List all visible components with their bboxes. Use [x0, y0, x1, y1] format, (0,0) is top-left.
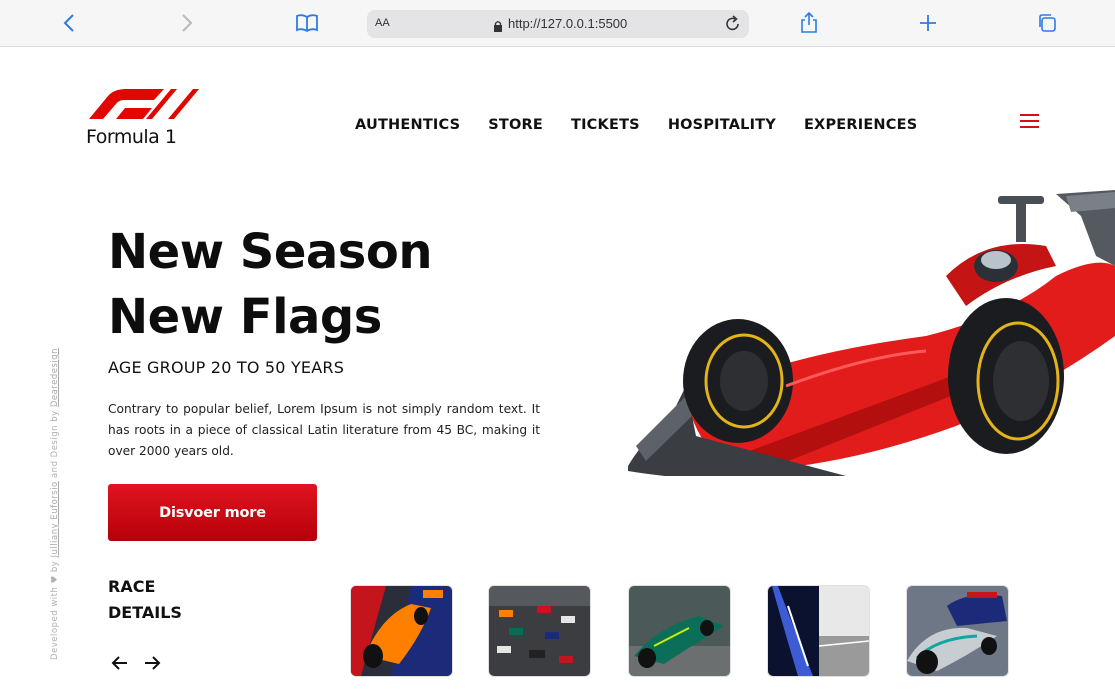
- hero-title-line-1: New Season: [108, 224, 433, 280]
- new-tab-icon[interactable]: [915, 10, 941, 36]
- race-title-line-1: RACE: [108, 577, 156, 596]
- menu-icon[interactable]: [1020, 114, 1039, 128]
- logo-text: Formula 1: [86, 126, 177, 148]
- f1-logo-mark: [89, 89, 199, 119]
- nav-hospitality[interactable]: HOSPITALITY: [668, 117, 776, 133]
- forward-icon[interactable]: [174, 10, 200, 36]
- f1-car-image: [628, 190, 1115, 476]
- race-title-line-2: DETAILS: [108, 603, 182, 622]
- race-thumbnail[interactable]: [351, 586, 452, 676]
- bookmarks-icon[interactable]: [294, 10, 320, 36]
- arrow-right-icon[interactable]: [142, 654, 162, 672]
- main-nav: AUTHENTICS STORE TICKETS HOSPITALITY EXP…: [355, 117, 917, 133]
- back-icon[interactable]: [56, 10, 82, 36]
- page: Formula 1 AUTHENTICS STORE TICKETS HOSPI…: [0, 48, 1115, 697]
- reload-icon[interactable]: [723, 14, 743, 38]
- nav-tickets[interactable]: TICKETS: [571, 117, 640, 133]
- race-thumbnail[interactable]: [629, 586, 730, 676]
- url-text: http://127.0.0.1:5500: [508, 16, 628, 31]
- share-icon[interactable]: [796, 10, 822, 36]
- credit-middle: and Design by: [50, 410, 60, 479]
- browser-toolbar: AA http://127.0.0.1:5500: [0, 0, 1115, 47]
- nav-experiences[interactable]: EXPERIENCES: [804, 117, 917, 133]
- reader-mode-button[interactable]: AA: [375, 17, 390, 29]
- race-thumbnail[interactable]: [907, 586, 1008, 676]
- race-thumbnail[interactable]: [489, 586, 590, 676]
- address-bar[interactable]: AA http://127.0.0.1:5500: [367, 10, 749, 38]
- nav-authentics[interactable]: AUTHENTICS: [355, 117, 460, 133]
- nav-store[interactable]: STORE: [488, 117, 543, 133]
- lock-icon: [493, 17, 503, 36]
- f1-logo[interactable]: Formula 1: [86, 86, 202, 152]
- arrow-left-icon[interactable]: [110, 654, 130, 672]
- credit-prefix: Developed with ♥ by: [50, 560, 60, 660]
- race-thumbnail[interactable]: [768, 586, 869, 676]
- hero-description: Contrary to popular belief, Lorem Ipsum …: [108, 402, 540, 458]
- credit-dev-link[interactable]: Julliany Euforsio: [50, 481, 60, 557]
- developer-credit: Developed with ♥ by Julliany Euforsio an…: [50, 348, 60, 660]
- race-details-heading: RACE DETAILS: [108, 574, 182, 626]
- hero-title-line-2: New Flags: [108, 289, 382, 345]
- hero-subtitle: AGE GROUP 20 TO 50 YEARS: [108, 358, 345, 377]
- discover-more-button[interactable]: Disvoer more: [108, 484, 317, 541]
- hero-title: New Season New Flags: [108, 220, 433, 350]
- credit-design-link[interactable]: Dearedesign: [50, 348, 60, 407]
- tabs-overview-icon[interactable]: [1034, 10, 1060, 36]
